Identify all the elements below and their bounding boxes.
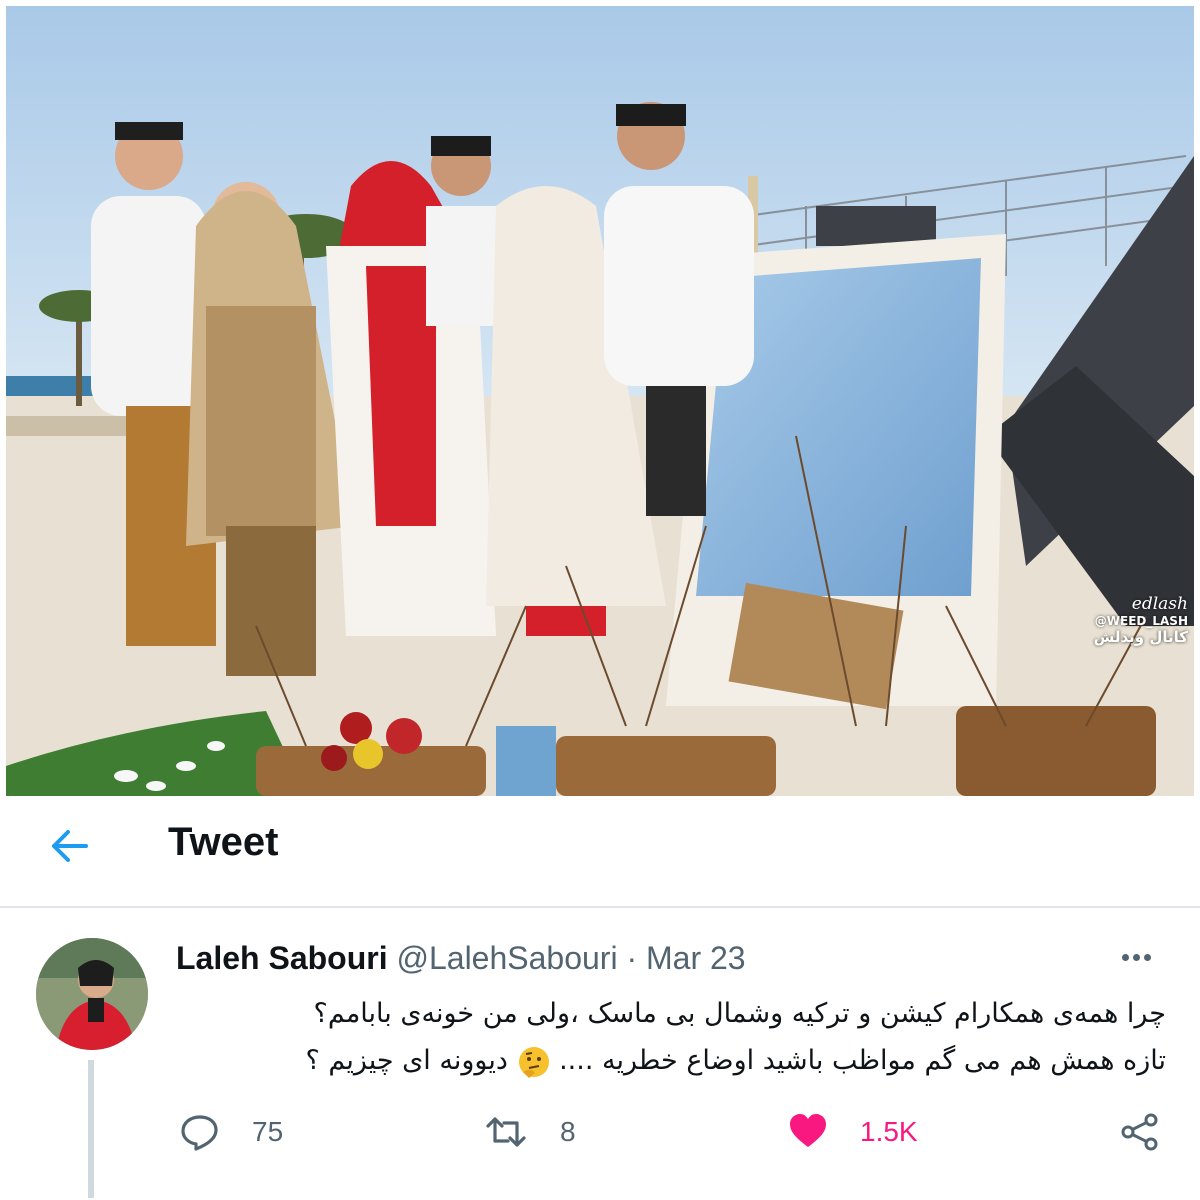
like-button[interactable]: 1.5K [788,1112,918,1152]
tweet-date[interactable]: Mar 23 [646,940,746,976]
like-count: 1.5K [860,1116,918,1147]
tweet-photo[interactable]: edlash @WEED_LASH کانال ویدلش [6,6,1194,796]
share-button[interactable] [1120,1112,1160,1152]
tweet-text-line-2-part-1: تازه همش هم می گم مواظب باشید اوضاع خطری… [559,1045,1166,1076]
retweet-count: 8 [560,1116,576,1147]
tweet-text-line-2-part-2: دیوونه ای چیزیم ؟ [305,1045,508,1076]
arrow-left-icon [52,830,88,862]
back-button[interactable] [46,826,92,866]
tweet-text-line-1: چرا همه‌ی همکارام کیشن و ترکیه وشمال بی … [313,998,1166,1029]
tweet-actions: 75 8 1.5K [0,1108,1200,1158]
watermark-handle: @WEED_LASH [1094,614,1188,628]
share-icon [1121,1113,1158,1151]
reply-icon [181,1115,218,1151]
avatar-image [36,938,148,1050]
more-button[interactable] [1120,948,1160,968]
avatar[interactable] [36,938,148,1050]
watermark-channel: کانال ویدلش [1093,628,1188,646]
reply-count: 75 [252,1116,284,1147]
watermark-brand: edlash [1131,594,1188,614]
group-photo-illustration [6,6,1194,796]
author-name[interactable]: Laleh Sabouri [176,940,388,976]
reply-button[interactable]: 75 [180,1112,283,1152]
retweet-icon [486,1117,526,1147]
thinking-face-emoji [518,1046,549,1078]
heart-icon [790,1114,826,1147]
tweet[interactable]: Laleh Sabouri @LalehSabouri · Mar 23 چرا… [0,908,1200,1200]
tweet-meta: Laleh Sabouri @LalehSabouri · Mar 23 [176,940,746,977]
meta-separator: · [626,940,638,976]
more-dots-icon [1122,954,1129,961]
tweet-text-line-2: تازه همش هم می گم مواظب باشید اوضاع خطری… [176,1037,1166,1084]
watermark: edlash @WEED_LASH کانال ویدلش [1094,594,1188,646]
retweet-button[interactable]: 8 [484,1112,576,1152]
tweet-header: Tweet [0,800,1200,908]
author-handle[interactable]: @LalehSabouri [396,940,617,976]
tweet-text: چرا همه‌ی همکارام کیشن و ترکیه وشمال بی … [176,990,1166,1084]
page-title: Tweet [168,820,279,864]
